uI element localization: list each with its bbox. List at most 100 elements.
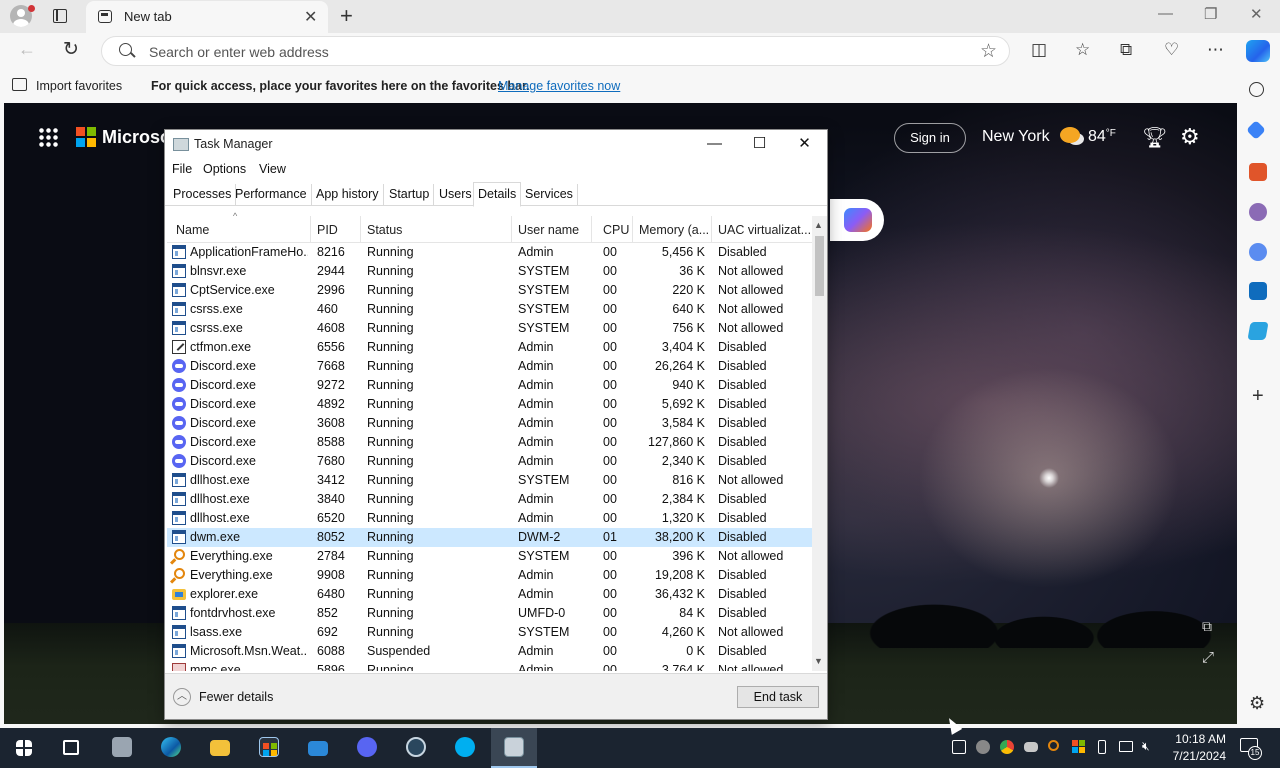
- partly-sunny-icon[interactable]: [1060, 127, 1080, 143]
- menu-view[interactable]: View: [259, 162, 286, 176]
- system-clock[interactable]: 10:18 AM 7/21/2024: [1160, 731, 1226, 765]
- task-manager-titlebar[interactable]: Task Manager — ☐ ✕: [165, 130, 827, 158]
- process-row[interactable]: CptService.exe 2996 Running SYSTEM 00 220 K No…: [167, 281, 812, 300]
- tab-new-tab[interactable]: New tab ✕: [86, 1, 328, 33]
- process-row[interactable]: fontdrvhost.exe 852 Running UMFD-0 00 84 K Dis…: [167, 604, 812, 623]
- back-arrow-icon[interactable]: ←: [18, 39, 36, 60]
- process-row[interactable]: Discord.exe 8588 Running Admin 00 127,860 K Di…: [167, 433, 812, 452]
- menu-options[interactable]: Options: [203, 162, 246, 176]
- windows-security-tray-icon[interactable]: [1072, 740, 1086, 754]
- process-row[interactable]: Everything.exe 9908 Running Admin 00 19,208 K…: [167, 566, 812, 585]
- taskbar-skype[interactable]: [442, 728, 488, 768]
- process-row[interactable]: Discord.exe 7680 Running Admin 00 2,340 K Disa…: [167, 452, 812, 471]
- start-button[interactable]: [0, 728, 46, 768]
- taskbar-file-explorer[interactable]: [197, 728, 243, 768]
- task-view-button[interactable]: [48, 728, 94, 768]
- collections-icon[interactable]: ⧉: [1120, 40, 1132, 60]
- address-input[interactable]: Search or enter web address: [149, 44, 329, 60]
- end-task-button[interactable]: End task: [737, 686, 819, 708]
- close-tab-icon[interactable]: ✕: [304, 7, 317, 27]
- column-separator[interactable]: [711, 216, 712, 243]
- menu-file[interactable]: File: [172, 162, 192, 176]
- process-row[interactable]: Discord.exe 4892 Running Admin 00 5,692 K Disa…: [167, 395, 812, 414]
- column-uac-virtualization[interactable]: UAC virtualizat...: [718, 223, 810, 237]
- favorites-icon[interactable]: ☆: [1075, 40, 1090, 60]
- everything-tray-icon[interactable]: [1048, 740, 1059, 751]
- minimize-window-button[interactable]: —: [1158, 5, 1173, 22]
- outlook-icon[interactable]: [1249, 282, 1267, 300]
- browser-essentials-icon[interactable]: ♡: [1164, 40, 1179, 60]
- usb-tray-icon[interactable]: [1098, 740, 1106, 754]
- favorite-star-icon[interactable]: ☆: [980, 40, 997, 63]
- scroll-up-icon[interactable]: ▲: [814, 220, 823, 230]
- process-row[interactable]: csrss.exe 4608 Running SYSTEM 00 756 K Not all…: [167, 319, 812, 338]
- process-row[interactable]: blnsvr.exe 2944 Running SYSTEM 00 36 K Not all…: [167, 262, 812, 281]
- column-memory[interactable]: Memory (a...: [639, 223, 711, 237]
- expand-icon[interactable]: ⤢: [1202, 649, 1214, 666]
- refresh-icon[interactable]: ↻: [63, 38, 79, 61]
- tab-actions-icon[interactable]: [53, 9, 67, 23]
- tab-users[interactable]: Users: [435, 184, 477, 206]
- tab-details[interactable]: Details: [473, 182, 522, 207]
- tab-app-history[interactable]: App history: [312, 184, 384, 206]
- column-separator[interactable]: [360, 216, 361, 243]
- manage-favorites-link[interactable]: Manage favorites now: [498, 79, 620, 93]
- process-row[interactable]: ctfmon.exe 6556 Running Admin 00 3,404 K Disab…: [167, 338, 812, 357]
- fewer-details-link[interactable]: Fewer details: [199, 690, 273, 704]
- volume-muted-icon[interactable]: 🔇︎: [1142, 739, 1156, 753]
- page-settings-icon[interactable]: ⚙: [1180, 124, 1200, 150]
- taskbar-task-manager[interactable]: [491, 728, 537, 768]
- tm-maximize-button[interactable]: ☐: [737, 133, 782, 155]
- weather-city[interactable]: New York: [982, 128, 1050, 146]
- telegram-icon[interactable]: [1247, 322, 1269, 340]
- tray-show-hidden-icon[interactable]: [952, 740, 966, 754]
- copilot-floating-button[interactable]: [830, 199, 884, 241]
- process-row[interactable]: dllhost.exe 3840 Running Admin 00 2,384 K Disa…: [167, 490, 812, 509]
- new-tab-button[interactable]: +: [340, 3, 353, 29]
- process-row[interactable]: Discord.exe 7668 Running Admin 00 26,264 K Dis…: [167, 357, 812, 376]
- process-row[interactable]: dllhost.exe 6520 Running Admin 00 1,320 K Disa…: [167, 509, 812, 528]
- tag-icon[interactable]: [1246, 120, 1266, 140]
- column-cpu[interactable]: CPU: [603, 223, 633, 237]
- toolbox-icon[interactable]: [1249, 163, 1267, 181]
- address-bar[interactable]: Search or enter web address ☆: [101, 36, 1010, 66]
- column-user-name[interactable]: User name: [518, 223, 592, 237]
- copilot-icon[interactable]: [1246, 40, 1270, 62]
- skype-tray-icon[interactable]: [976, 740, 990, 754]
- column-pid[interactable]: PID: [317, 223, 357, 237]
- process-row[interactable]: Microsoft.Msn.Weat... 6088 Suspended Admin 0…: [167, 642, 812, 661]
- column-name[interactable]: Name: [176, 223, 306, 237]
- process-row[interactable]: explorer.exe 6480 Running Admin 00 36,432 K Di…: [167, 585, 812, 604]
- process-row[interactable]: Discord.exe 3608 Running Admin 00 3,584 K Disa…: [167, 414, 812, 433]
- split-screen-icon[interactable]: ◫: [1031, 40, 1047, 60]
- tab-startup[interactable]: Startup: [385, 184, 435, 206]
- restore-window-button[interactable]: ❐: [1204, 5, 1217, 23]
- chevron-up-icon[interactable]: ︿: [173, 688, 191, 706]
- scroll-down-icon[interactable]: ▼: [814, 656, 823, 666]
- tab-services[interactable]: Services: [521, 184, 578, 206]
- taskbar-store[interactable]: [246, 728, 292, 768]
- close-window-button[interactable]: ✕: [1250, 5, 1263, 23]
- process-row[interactable]: mmc.exe 5896 Running Admin 00 3,764 K Not allo…: [167, 661, 812, 671]
- sidebar-settings-icon[interactable]: ⚙: [1249, 693, 1265, 714]
- import-favorites-button[interactable]: Import favorites: [36, 79, 122, 93]
- taskbar-edge[interactable]: [148, 728, 194, 768]
- process-row[interactable]: ApplicationFrameHo... 8216 Running Admin 00 5…: [167, 243, 812, 262]
- taskbar-steam[interactable]: [393, 728, 439, 768]
- add-sidebar-app-icon[interactable]: +: [1252, 385, 1264, 408]
- tm-minimize-button[interactable]: —: [692, 133, 737, 155]
- app-launcher-icon[interactable]: [38, 127, 58, 147]
- more-menu-icon[interactable]: ⋯: [1207, 40, 1224, 60]
- rewards-trophy-icon[interactable]: 🏆︎: [1142, 125, 1167, 150]
- column-separator[interactable]: [511, 216, 512, 243]
- taskbar-app-pinned[interactable]: [99, 728, 145, 768]
- tab-processes[interactable]: Processes: [169, 184, 237, 206]
- column-separator[interactable]: [632, 216, 633, 243]
- process-row[interactable]: Discord.exe 9272 Running Admin 00 940 K Disabl…: [167, 376, 812, 395]
- background-image-icon[interactable]: ⧉: [1202, 618, 1212, 635]
- column-separator[interactable]: [310, 216, 311, 243]
- tab-performance[interactable]: Performance: [231, 184, 312, 206]
- taskbar-discord[interactable]: [344, 728, 390, 768]
- people-icon[interactable]: [1249, 203, 1267, 221]
- sign-in-button[interactable]: Sign in: [894, 123, 966, 153]
